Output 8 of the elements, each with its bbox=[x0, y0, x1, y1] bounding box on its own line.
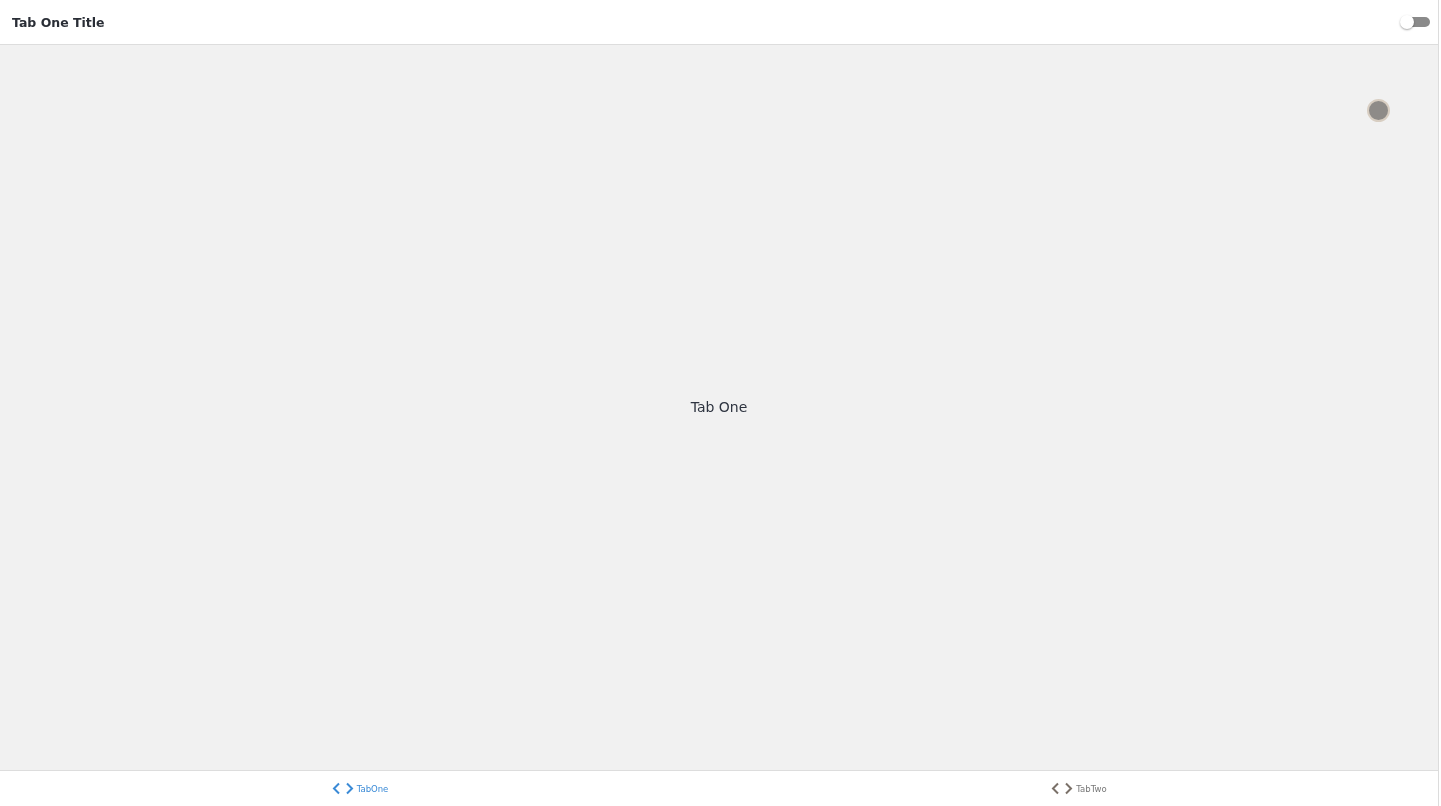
tab-content-text: Tab One bbox=[690, 398, 748, 415]
tab[interactable]: TabTwo bbox=[1050, 782, 1107, 795]
toggle-switch[interactable] bbox=[1400, 14, 1430, 30]
page-title: Tab One Title bbox=[12, 14, 105, 30]
floating-action-button[interactable] bbox=[1367, 99, 1390, 122]
code-icon bbox=[330, 782, 354, 795]
code-icon bbox=[1050, 782, 1074, 795]
tab[interactable]: TabOne bbox=[330, 782, 389, 795]
